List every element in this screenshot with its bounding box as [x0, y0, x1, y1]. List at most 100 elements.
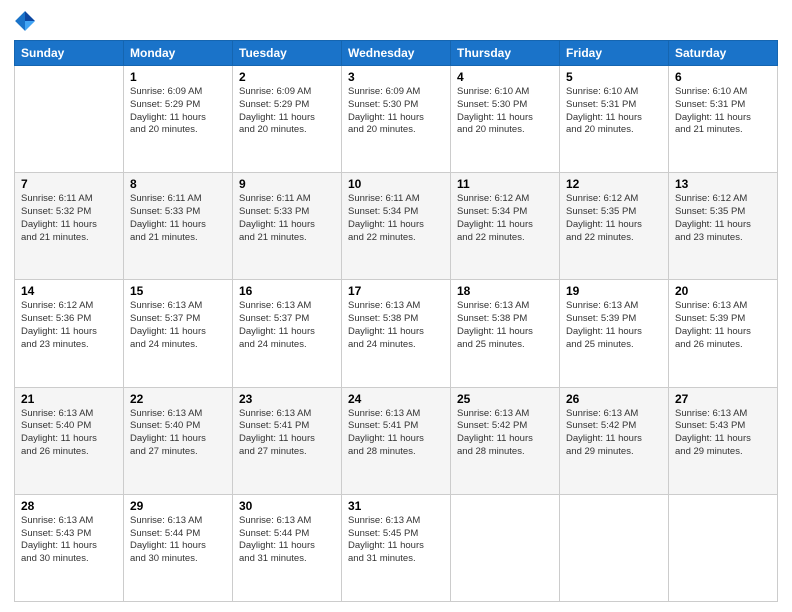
calendar-header-friday: Friday	[560, 41, 669, 66]
calendar-cell: 3Sunrise: 6:09 AM Sunset: 5:30 PM Daylig…	[342, 66, 451, 173]
logo-icon	[14, 10, 36, 32]
calendar-cell: 22 Sunrise: 6:13 AM Sunset: 5:40 PM Dayli…	[124, 387, 233, 494]
calendar-header-wednesday: Wednesday	[342, 41, 451, 66]
day-info: Sunrise: 6:13 AM Sunset: 5:42 PM Dayligh…	[457, 408, 553, 459]
calendar-header-monday: Monday	[124, 41, 233, 66]
day-info: Sunrise: 6:12 AM Sunset: 5:35 PM Dayligh…	[566, 193, 662, 244]
day-number: 10	[348, 177, 444, 191]
day-info: Sunrise: 6:13 AM Sunset: 5:41 PM Dayligh…	[348, 408, 444, 459]
calendar-week-0: 1 Sunrise: 6:09 AM Sunset: 5:29 PM Daylig…	[15, 66, 778, 173]
calendar-cell: 16Sunrise: 6:13 AM Sunset: 5:37 PM Dayli…	[233, 280, 342, 387]
day-info: Sunrise: 6:13 AM Sunset: 5:40 PM Dayligh…	[130, 408, 226, 459]
day-info: Sunrise: 6:13 AM Sunset: 5:44 PM Dayligh…	[239, 515, 335, 566]
day-info: Sunrise: 6:09 AM Sunset: 5:29 PM Dayligh…	[130, 86, 226, 137]
calendar-week-1: 7Sunrise: 6:11 AM Sunset: 5:32 PM Daylig…	[15, 173, 778, 280]
day-number: 20	[675, 284, 771, 298]
day-number: 4	[457, 70, 553, 84]
day-number: 11	[457, 177, 553, 191]
day-info: Sunrise: 6:10 AM Sunset: 5:30 PM Dayligh…	[457, 86, 553, 137]
calendar-cell: 8 Sunrise: 6:11 AM Sunset: 5:33 PM Daylig…	[124, 173, 233, 280]
day-number: 2	[239, 70, 335, 84]
calendar-cell: 26 Sunrise: 6:13 AM Sunset: 5:42 PM Dayli…	[560, 387, 669, 494]
day-number: 19	[566, 284, 662, 298]
calendar-cell: 13 Sunrise: 6:12 AM Sunset: 5:35 PM Dayli…	[669, 173, 778, 280]
day-info: Sunrise: 6:11 AM Sunset: 5:33 PM Dayligh…	[130, 193, 226, 244]
calendar-cell: 27Sunrise: 6:13 AM Sunset: 5:43 PM Dayli…	[669, 387, 778, 494]
calendar-cell: 10 Sunrise: 6:11 AM Sunset: 5:34 PM Dayli…	[342, 173, 451, 280]
calendar-week-2: 14Sunrise: 6:12 AM Sunset: 5:36 PM Dayli…	[15, 280, 778, 387]
calendar-cell	[669, 494, 778, 601]
day-info: Sunrise: 6:13 AM Sunset: 5:39 PM Dayligh…	[566, 300, 662, 351]
day-info: Sunrise: 6:11 AM Sunset: 5:33 PM Dayligh…	[239, 193, 335, 244]
logo	[14, 10, 38, 32]
calendar-cell: 25 Sunrise: 6:13 AM Sunset: 5:42 PM Dayli…	[451, 387, 560, 494]
calendar-cell: 29 Sunrise: 6:13 AM Sunset: 5:44 PM Dayli…	[124, 494, 233, 601]
day-number: 8	[130, 177, 226, 191]
calendar-cell: 14Sunrise: 6:12 AM Sunset: 5:36 PM Dayli…	[15, 280, 124, 387]
day-number: 13	[675, 177, 771, 191]
day-info: Sunrise: 6:09 AM Sunset: 5:29 PM Dayligh…	[239, 86, 335, 137]
day-number: 12	[566, 177, 662, 191]
header	[14, 10, 778, 32]
calendar-cell: 28Sunrise: 6:13 AM Sunset: 5:43 PM Dayli…	[15, 494, 124, 601]
calendar-cell: 21Sunrise: 6:13 AM Sunset: 5:40 PM Dayli…	[15, 387, 124, 494]
day-info: Sunrise: 6:13 AM Sunset: 5:43 PM Dayligh…	[675, 408, 771, 459]
day-info: Sunrise: 6:13 AM Sunset: 5:44 PM Dayligh…	[130, 515, 226, 566]
day-number: 26	[566, 392, 662, 406]
day-number: 16	[239, 284, 335, 298]
calendar-header-saturday: Saturday	[669, 41, 778, 66]
day-number: 1	[130, 70, 226, 84]
day-info: Sunrise: 6:13 AM Sunset: 5:42 PM Dayligh…	[566, 408, 662, 459]
calendar-cell: 18Sunrise: 6:13 AM Sunset: 5:38 PM Dayli…	[451, 280, 560, 387]
day-number: 25	[457, 392, 553, 406]
calendar-cell: 1 Sunrise: 6:09 AM Sunset: 5:29 PM Daylig…	[124, 66, 233, 173]
day-info: Sunrise: 6:11 AM Sunset: 5:34 PM Dayligh…	[348, 193, 444, 244]
calendar-cell: 31 Sunrise: 6:13 AM Sunset: 5:45 PM Dayli…	[342, 494, 451, 601]
day-number: 14	[21, 284, 117, 298]
day-number: 17	[348, 284, 444, 298]
day-info: Sunrise: 6:13 AM Sunset: 5:45 PM Dayligh…	[348, 515, 444, 566]
calendar-cell: 30 Sunrise: 6:13 AM Sunset: 5:44 PM Dayli…	[233, 494, 342, 601]
day-number: 31	[348, 499, 444, 513]
calendar-cell: 20 Sunrise: 6:13 AM Sunset: 5:39 PM Dayli…	[669, 280, 778, 387]
calendar-cell: 12 Sunrise: 6:12 AM Sunset: 5:35 PM Dayli…	[560, 173, 669, 280]
day-info: Sunrise: 6:13 AM Sunset: 5:41 PM Dayligh…	[239, 408, 335, 459]
day-number: 15	[130, 284, 226, 298]
calendar-cell: 2 Sunrise: 6:09 AM Sunset: 5:29 PM Daylig…	[233, 66, 342, 173]
page: SundayMondayTuesdayWednesdayThursdayFrid…	[0, 0, 792, 612]
day-number: 5	[566, 70, 662, 84]
calendar-header-thursday: Thursday	[451, 41, 560, 66]
calendar-week-3: 21 Sunrise: 6:13 AM Sunset: 5:40 PM Dayli…	[15, 387, 778, 494]
day-info: Sunrise: 6:12 AM Sunset: 5:35 PM Dayligh…	[675, 193, 771, 244]
calendar-cell: 11Sunrise: 6:12 AM Sunset: 5:34 PM Dayli…	[451, 173, 560, 280]
calendar-cell: 17 Sunrise: 6:13 AM Sunset: 5:38 PM Dayli…	[342, 280, 451, 387]
calendar-header-tuesday: Tuesday	[233, 41, 342, 66]
calendar-cell: 24 Sunrise: 6:13 AM Sunset: 5:41 PM Dayli…	[342, 387, 451, 494]
calendar-cell: 23 Sunrise: 6:13 AM Sunset: 5:41 PM Dayli…	[233, 387, 342, 494]
day-info: Sunrise: 6:10 AM Sunset: 5:31 PM Dayligh…	[675, 86, 771, 137]
calendar-cell: 6Sunrise: 6:10 AM Sunset: 5:31 PM Daylig…	[669, 66, 778, 173]
day-info: Sunrise: 6:13 AM Sunset: 5:38 PM Dayligh…	[348, 300, 444, 351]
calendar-cell	[560, 494, 669, 601]
calendar-header-row: SundayMondayTuesdayWednesdayThursdayFrid…	[15, 41, 778, 66]
calendar-cell: 9Sunrise: 6:11 AM Sunset: 5:33 PM Daylig…	[233, 173, 342, 280]
day-number: 21	[21, 392, 117, 406]
calendar-cell: 4 Sunrise: 6:10 AM Sunset: 5:30 PM Daylig…	[451, 66, 560, 173]
day-info: Sunrise: 6:10 AM Sunset: 5:31 PM Dayligh…	[566, 86, 662, 137]
day-number: 29	[130, 499, 226, 513]
day-info: Sunrise: 6:13 AM Sunset: 5:39 PM Dayligh…	[675, 300, 771, 351]
day-info: Sunrise: 6:11 AM Sunset: 5:32 PM Dayligh…	[21, 193, 117, 244]
calendar-cell: 7Sunrise: 6:11 AM Sunset: 5:32 PM Daylig…	[15, 173, 124, 280]
calendar-cell: 5 Sunrise: 6:10 AM Sunset: 5:31 PM Daylig…	[560, 66, 669, 173]
day-number: 30	[239, 499, 335, 513]
day-info: Sunrise: 6:09 AM Sunset: 5:30 PM Dayligh…	[348, 86, 444, 137]
calendar-cell: 19 Sunrise: 6:13 AM Sunset: 5:39 PM Dayli…	[560, 280, 669, 387]
day-number: 24	[348, 392, 444, 406]
calendar-header-sunday: Sunday	[15, 41, 124, 66]
calendar-cell: 15Sunrise: 6:13 AM Sunset: 5:37 PM Dayli…	[124, 280, 233, 387]
calendar-cell	[451, 494, 560, 601]
day-info: Sunrise: 6:13 AM Sunset: 5:43 PM Dayligh…	[21, 515, 117, 566]
day-number: 22	[130, 392, 226, 406]
calendar-week-4: 28Sunrise: 6:13 AM Sunset: 5:43 PM Dayli…	[15, 494, 778, 601]
day-number: 23	[239, 392, 335, 406]
